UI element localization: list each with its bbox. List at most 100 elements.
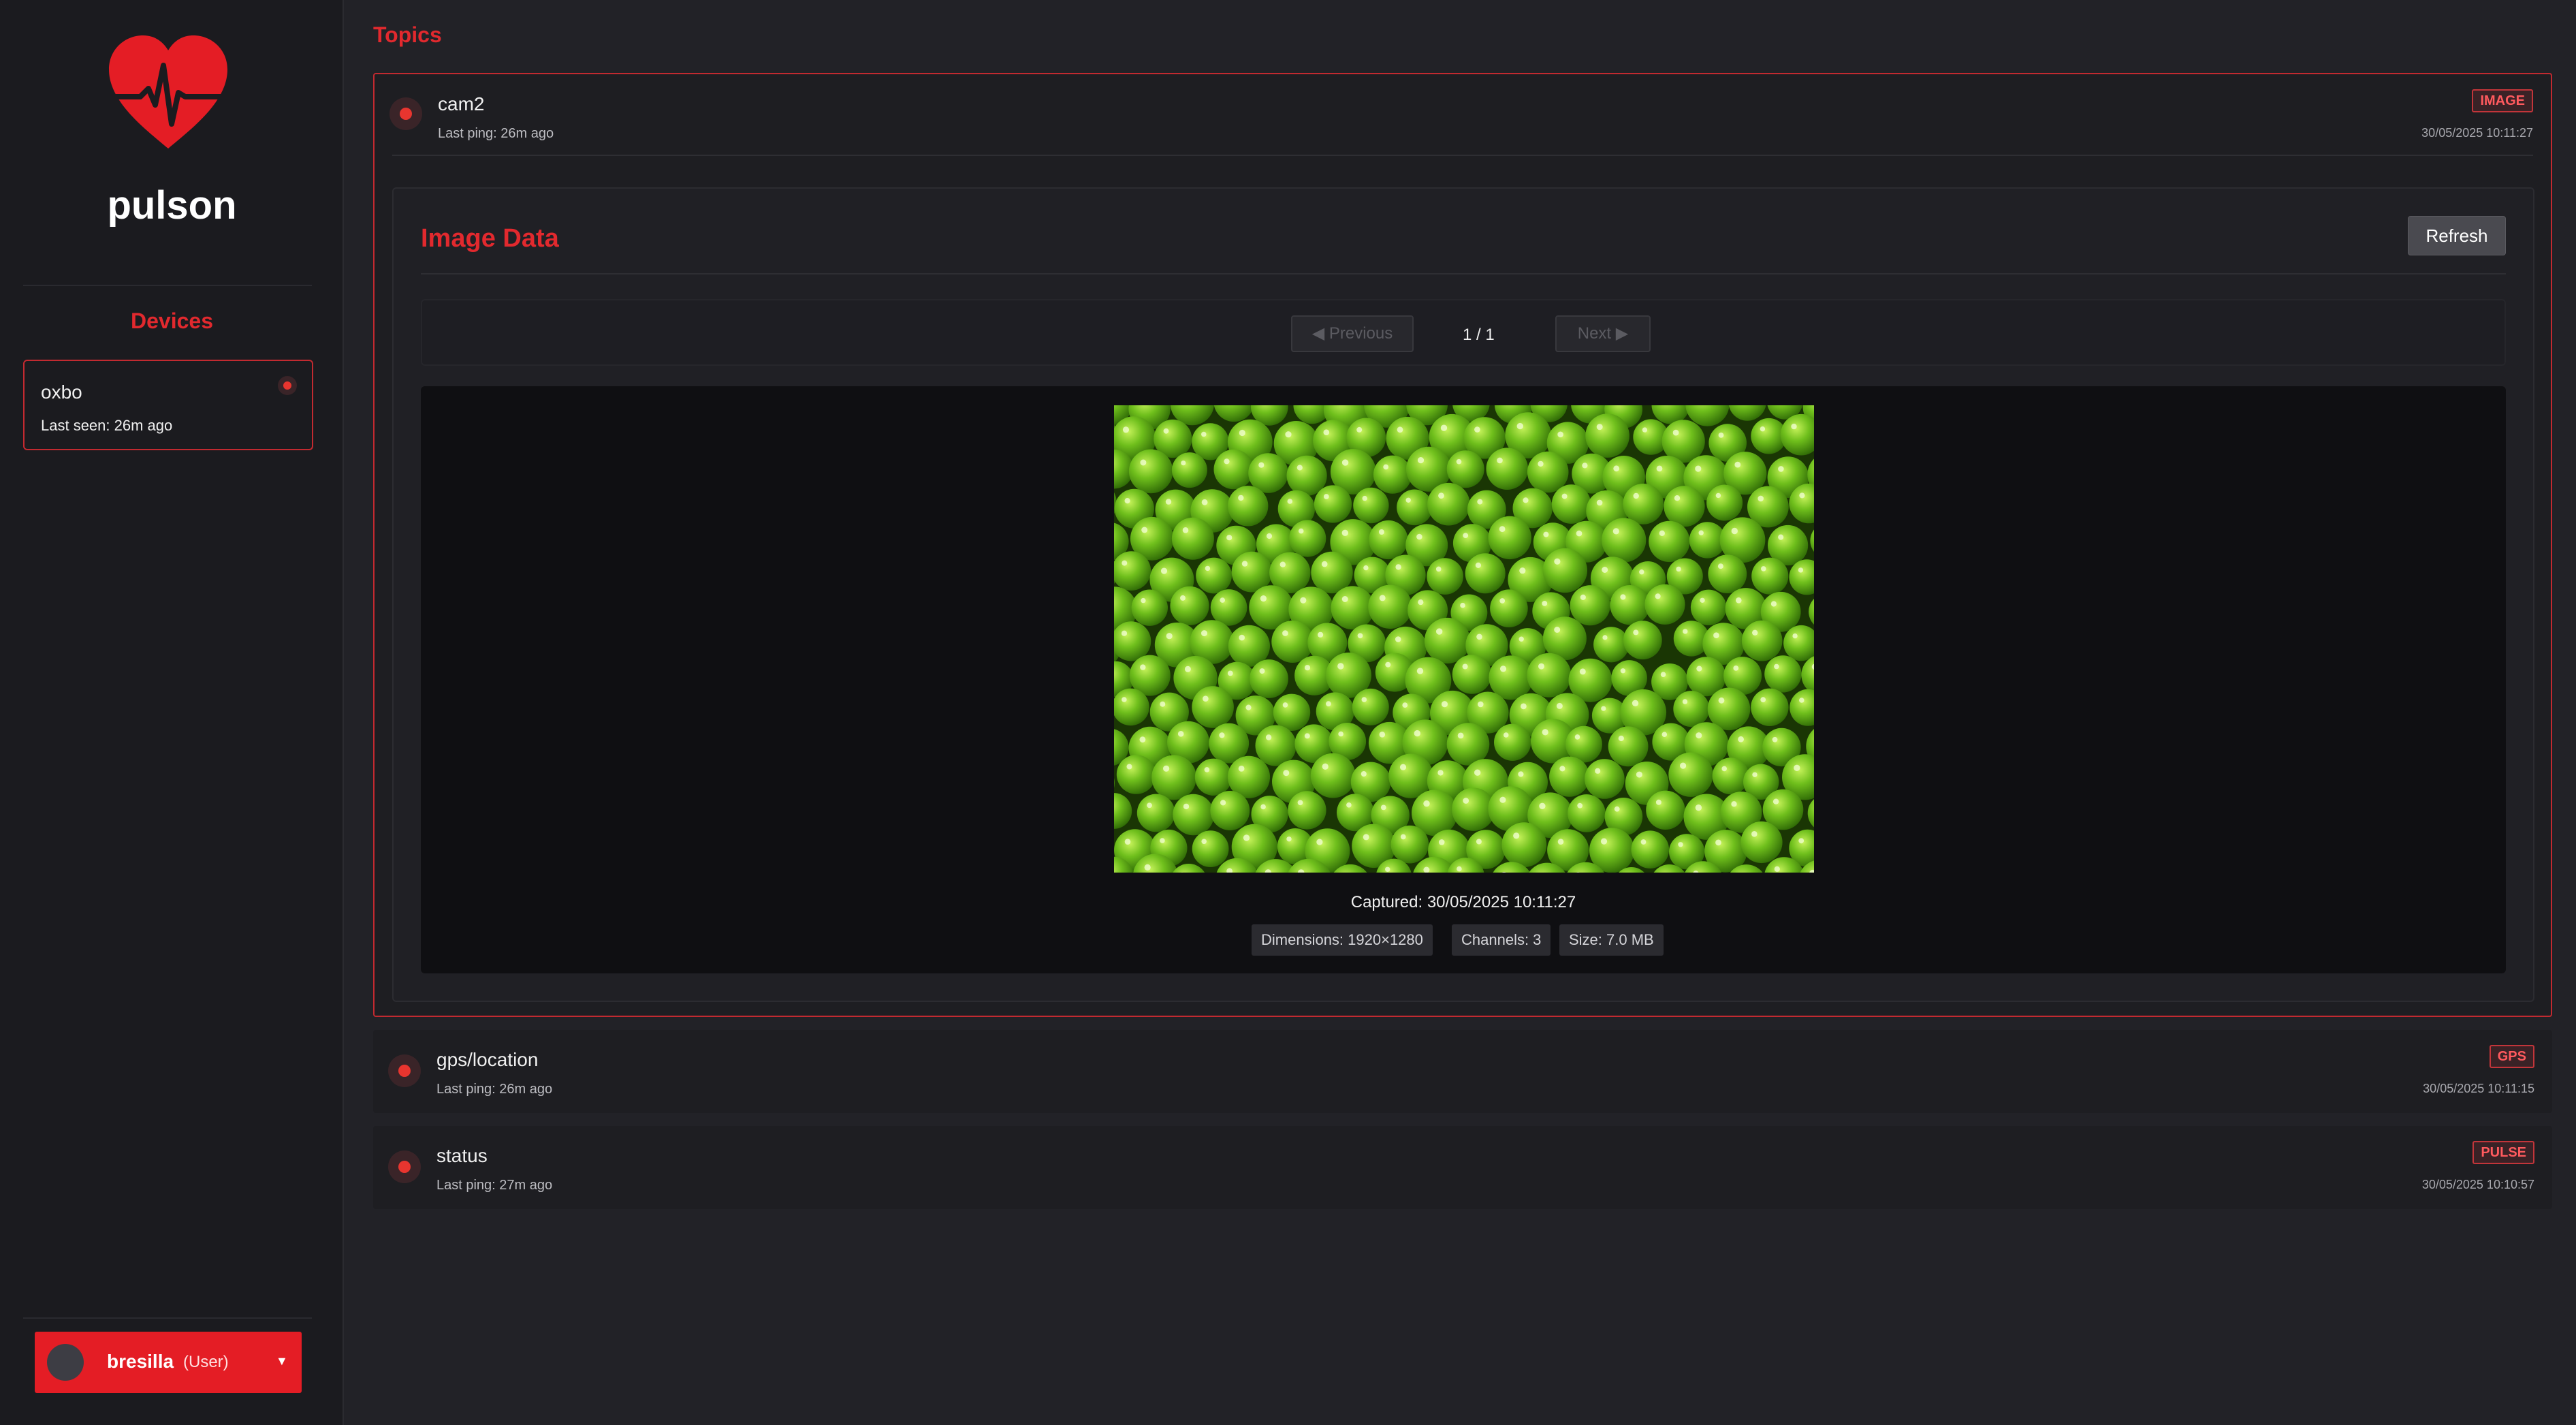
- pea-highlight: [1341, 596, 1348, 602]
- pea-highlight: [1791, 423, 1797, 430]
- user-menu-button[interactable]: bresilla (User) ▼: [35, 1332, 302, 1393]
- pea-highlight: [1660, 672, 1666, 677]
- pea-highlight: [1126, 764, 1132, 770]
- topic-card-gps-location[interactable]: gps/location Last ping: 26m ago GPS 30/0…: [373, 1030, 2552, 1113]
- pea-highlight: [1122, 560, 1128, 566]
- topic-type-badge: PULSE: [2472, 1141, 2534, 1164]
- pea-highlight: [1361, 697, 1367, 702]
- pea-highlight: [1680, 762, 1687, 769]
- pea-highlight: [1601, 706, 1606, 711]
- pea: [1369, 520, 1408, 560]
- pea-highlight: [1683, 629, 1688, 634]
- pea-highlight: [1733, 665, 1739, 671]
- pea-highlight: [1121, 630, 1128, 636]
- pea-highlight: [1361, 771, 1367, 777]
- pea-highlight: [1752, 772, 1758, 777]
- pea-highlight: [1659, 530, 1665, 536]
- topic-card-status[interactable]: status Last ping: 27m ago PULSE 30/05/20…: [373, 1126, 2552, 1209]
- pea-highlight: [1160, 567, 1168, 574]
- pea-highlight: [1620, 668, 1626, 674]
- sidebar-divider: [23, 285, 312, 286]
- pea-highlight: [1165, 499, 1172, 505]
- sidebar: pulson Devices oxbo Last seen: 26m ago b…: [0, 0, 344, 1425]
- pea: [1116, 755, 1156, 794]
- pea-highlight: [1477, 499, 1483, 505]
- topic-timestamp: 30/05/2025 10:11:15: [2423, 1082, 2534, 1095]
- pea-highlight: [1639, 569, 1644, 575]
- pea-highlight: [1243, 834, 1250, 841]
- topic-name: cam2: [438, 93, 485, 114]
- pea-highlight: [1672, 429, 1679, 436]
- topic-header-cam2[interactable]: cam2 Last ping: 26m ago IMAGE 30/05/2025…: [375, 74, 2551, 156]
- pea-highlight: [1321, 561, 1328, 567]
- dimensions-chip: Dimensions: 1920×1280: [1252, 924, 1433, 956]
- pea-highlight: [1761, 566, 1766, 571]
- pea: [1610, 585, 1650, 625]
- pea: [1171, 452, 1207, 488]
- pea-highlight: [1245, 704, 1252, 710]
- topic-type-badge: GPS: [2489, 1045, 2534, 1068]
- pea-highlight: [1438, 839, 1445, 845]
- pea: [1631, 830, 1670, 868]
- pea-highlight: [1182, 527, 1189, 533]
- pea-highlight: [1323, 429, 1330, 435]
- pea-highlight: [1696, 732, 1702, 739]
- brand-name: pulson: [107, 183, 237, 228]
- pea: [1570, 585, 1610, 626]
- pea: [1250, 659, 1288, 698]
- pea-highlight: [1258, 462, 1265, 468]
- pea-highlight: [1698, 530, 1704, 535]
- pea-highlight: [1582, 463, 1588, 469]
- pea: [1608, 726, 1649, 767]
- pea-highlight: [1499, 526, 1506, 533]
- pea-highlight: [1385, 866, 1390, 872]
- pea-highlight: [1259, 668, 1265, 674]
- pea: [1646, 790, 1685, 830]
- pea-highlight: [1632, 700, 1639, 706]
- pea-highlight: [1556, 702, 1563, 709]
- pea-highlight: [1435, 566, 1442, 572]
- pea: [1527, 653, 1572, 698]
- pea-highlight: [1405, 497, 1411, 503]
- refresh-button[interactable]: Refresh: [2408, 216, 2506, 255]
- pea-highlight: [1503, 732, 1509, 738]
- status-dot-icon: [389, 97, 422, 130]
- device-card-oxbo[interactable]: oxbo Last seen: 26m ago: [23, 360, 313, 450]
- pea-highlight: [1774, 663, 1779, 670]
- pea-highlight: [1184, 665, 1191, 672]
- pea-highlight: [1475, 562, 1481, 568]
- pea-highlight: [1441, 701, 1448, 708]
- pea-highlight: [1478, 701, 1484, 708]
- pea: [1373, 455, 1412, 494]
- topic-last-ping: Last ping: 27m ago: [436, 1178, 553, 1193]
- pea-highlight: [1238, 495, 1244, 501]
- pea-highlight: [1298, 528, 1304, 534]
- pea-highlight: [1204, 767, 1210, 772]
- pea-highlight: [1147, 802, 1152, 809]
- pea-highlight: [1297, 465, 1303, 471]
- pea-highlight: [1542, 729, 1548, 736]
- pea-highlight: [1201, 499, 1208, 505]
- pea: [1668, 752, 1713, 797]
- pea-highlight: [1124, 839, 1131, 845]
- next-button[interactable]: Next ▶: [1555, 315, 1651, 352]
- pea-highlight: [1633, 492, 1639, 499]
- pea-highlight: [1774, 866, 1780, 872]
- device-last-seen: Last seen: 26m ago: [41, 417, 173, 434]
- topic-last-ping: Last ping: 26m ago: [436, 1082, 553, 1097]
- image-data-panel: Image Data Refresh ◀ Previous 1 / 1 Next…: [392, 187, 2534, 1002]
- pea-highlight: [1731, 801, 1737, 807]
- pea-highlight: [1140, 664, 1146, 670]
- pea-highlight: [1519, 567, 1526, 574]
- pea-highlight: [1554, 627, 1561, 633]
- pea-highlight: [1614, 806, 1620, 812]
- pea: [1486, 448, 1529, 490]
- pea: [1427, 558, 1463, 595]
- pea-highlight: [1713, 632, 1719, 638]
- pea-highlight: [1356, 426, 1363, 433]
- pea-highlight: [1282, 630, 1288, 636]
- pea-highlight: [1260, 804, 1266, 810]
- previous-button[interactable]: ◀ Previous: [1291, 315, 1414, 352]
- pea-highlight: [1383, 464, 1389, 470]
- panel-divider: [421, 273, 2506, 275]
